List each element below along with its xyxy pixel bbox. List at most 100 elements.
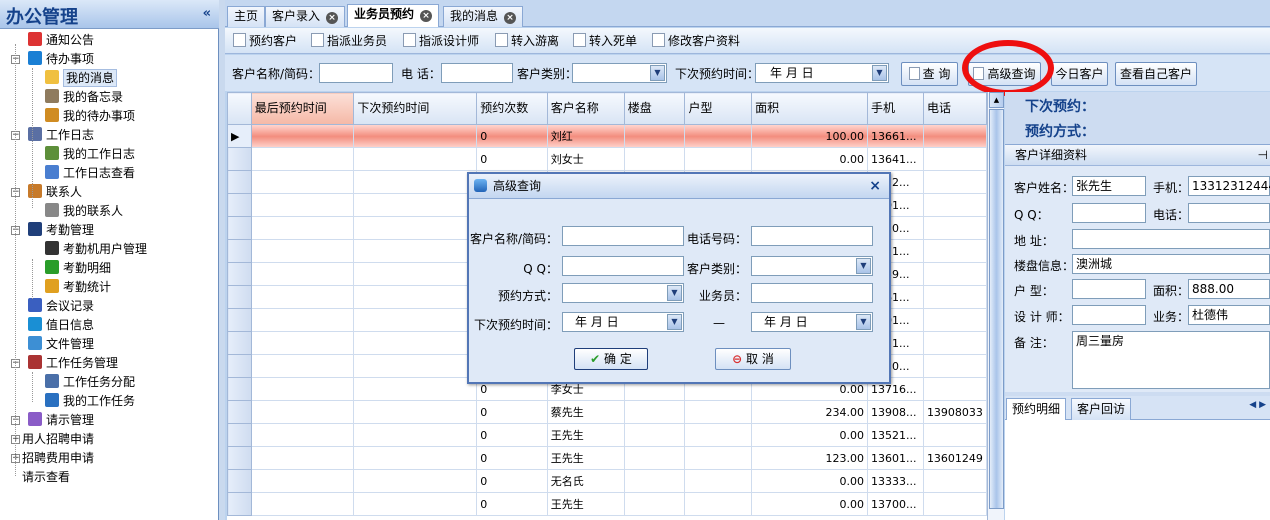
to-free-button[interactable]: 转入游离: [495, 32, 559, 50]
tab-home[interactable]: 主页: [227, 6, 266, 27]
sidebar-item[interactable]: 我的工作任务: [45, 392, 135, 411]
dlg-date-to[interactable]: 年 月 日 ▼: [751, 312, 873, 332]
sidebar-item[interactable]: 会议记录: [28, 297, 94, 316]
sidebar-item[interactable]: 通知公告: [28, 31, 94, 50]
column-header[interactable]: 客户名称: [546, 92, 625, 125]
row-selector[interactable]: [227, 262, 252, 286]
chevron-down-icon[interactable]: ▼: [856, 314, 871, 330]
scroll-up-icon[interactable]: ▲: [989, 92, 1004, 108]
sidebar-item[interactable]: 用人招聘申请: [22, 430, 94, 449]
tab-my-messages[interactable]: 我的消息 ×: [443, 6, 524, 27]
sidebar-item[interactable]: 待办事项: [28, 50, 94, 69]
tab-appointment-detail[interactable]: 预约明细: [1006, 398, 1067, 420]
sidebar-item[interactable]: 招聘费用申请: [22, 449, 94, 468]
dlg-method-select[interactable]: ▼: [562, 283, 684, 303]
dlg-category-select[interactable]: ▼: [751, 256, 873, 276]
table-row[interactable]: 0 王先生 123.00 13601... 13601249: [227, 446, 987, 470]
row-selector[interactable]: [227, 446, 252, 470]
sidebar-item[interactable]: 值日信息: [28, 316, 94, 335]
next-time-date-input[interactable]: 年 月 日 ▼: [755, 63, 889, 83]
view-own-customers-button[interactable]: 查看自己客户: [1115, 62, 1197, 86]
row-selector[interactable]: [227, 216, 252, 240]
sidebar-item[interactable]: 我的消息: [45, 69, 118, 88]
row-selector[interactable]: [227, 285, 252, 309]
chevron-down-icon[interactable]: ▼: [872, 65, 887, 81]
sidebar-item[interactable]: 请示管理: [28, 411, 94, 430]
designer-field[interactable]: [1072, 305, 1146, 325]
sidebar-item[interactable]: 考勤管理: [28, 221, 94, 240]
close-icon[interactable]: ×: [326, 12, 339, 24]
table-row[interactable]: 0 王先生 0.00 13700...: [227, 492, 987, 516]
tab-customer-revisit[interactable]: 客户回访: [1071, 398, 1132, 420]
sidebar-item[interactable]: 工作任务管理: [28, 354, 118, 373]
chevron-down-icon[interactable]: ▼: [650, 65, 665, 81]
sidebar-item[interactable]: 我的工作日志: [45, 145, 135, 164]
row-selector[interactable]: [227, 147, 252, 171]
sidebar-item[interactable]: 我的待办事项: [45, 107, 135, 126]
row-selector[interactable]: [227, 377, 252, 401]
collapse-icon[interactable]: «: [203, 6, 211, 21]
scroll-thumb[interactable]: [989, 109, 1004, 509]
row-selector[interactable]: [227, 469, 252, 493]
sidebar-item[interactable]: 工作日志查看: [45, 164, 135, 183]
row-selector[interactable]: [227, 492, 252, 516]
column-header[interactable]: 最后预约时间: [250, 92, 355, 125]
column-header[interactable]: 下次预约时间: [353, 92, 478, 125]
row-selector[interactable]: [227, 331, 252, 355]
ok-button[interactable]: ✔ 确 定: [574, 348, 648, 370]
table-row[interactable]: 0 无名氏 0.00 13333...: [227, 469, 987, 493]
dlg-qq-input[interactable]: [562, 256, 684, 276]
name-field[interactable]: 张先生: [1072, 176, 1146, 196]
column-header[interactable]: 预约次数: [476, 92, 548, 125]
area-field[interactable]: 888.00: [1188, 279, 1270, 299]
table-row[interactable]: 0 刘女士 0.00 13641...: [227, 147, 987, 171]
dlg-date-from[interactable]: 年 月 日 ▼: [562, 312, 684, 332]
estate-field[interactable]: 澳洲城: [1072, 254, 1270, 274]
pin-icon[interactable]: ⊣: [1258, 145, 1268, 165]
dlg-sales-input[interactable]: [751, 283, 873, 303]
row-selector[interactable]: [227, 193, 252, 217]
sidebar-item[interactable]: 文件管理: [28, 335, 94, 354]
column-header[interactable]: 电话: [922, 92, 987, 125]
sidebar-item[interactable]: 工作任务分配: [45, 373, 135, 392]
sidebar-item[interactable]: 联系人: [28, 183, 82, 202]
dlg-name-input[interactable]: [562, 226, 684, 246]
column-header[interactable]: 楼盘: [623, 92, 686, 125]
table-row[interactable]: 0 王先生 0.00 13521...: [227, 423, 987, 447]
sidebar-item[interactable]: 请示查看: [22, 468, 70, 487]
dlg-tel-input[interactable]: [751, 226, 873, 246]
customer-name-input[interactable]: [319, 63, 393, 83]
phone-field[interactable]: [1188, 203, 1270, 223]
grid-scrollbar[interactable]: ▲: [987, 92, 1004, 520]
close-icon[interactable]: ×: [504, 12, 517, 24]
sidebar-item[interactable]: 考勤机用户管理: [45, 240, 147, 259]
row-selector[interactable]: ▶: [227, 124, 252, 148]
sidebar-item[interactable]: 工作日志: [28, 126, 94, 145]
column-header[interactable]: 面积: [751, 92, 869, 125]
close-icon[interactable]: ×: [869, 174, 881, 198]
row-selector[interactable]: [227, 354, 252, 378]
sidebar-item[interactable]: 我的联系人: [45, 202, 123, 221]
assign-sales-button[interactable]: 指派业务员: [311, 32, 387, 50]
edit-customer-button[interactable]: 修改客户资料: [652, 32, 740, 50]
mobile-field[interactable]: 13312312444: [1188, 176, 1270, 196]
sidebar-item[interactable]: 考勤明细: [45, 259, 111, 278]
row-selector[interactable]: [227, 400, 252, 424]
category-select[interactable]: ▼: [572, 63, 667, 83]
today-customers-button[interactable]: 今日客户: [1051, 62, 1108, 86]
chevron-down-icon[interactable]: ▼: [856, 258, 871, 274]
close-icon[interactable]: ×: [420, 10, 433, 22]
chevron-down-icon[interactable]: ▼: [667, 285, 682, 301]
cancel-button[interactable]: ⊖ 取 消: [715, 348, 791, 370]
sidebar-item[interactable]: 我的备忘录: [45, 88, 123, 107]
column-header[interactable]: 手机: [867, 92, 924, 125]
row-selector[interactable]: [227, 308, 252, 332]
to-dead-button[interactable]: 转入死单: [573, 32, 637, 50]
sidebar-item[interactable]: 考勤统计: [45, 278, 111, 297]
address-field[interactable]: [1072, 229, 1270, 249]
row-selector[interactable]: [227, 239, 252, 263]
remark-field[interactable]: 周三量房: [1072, 331, 1270, 389]
house-type-field[interactable]: [1072, 279, 1146, 299]
assign-designer-button[interactable]: 指派设计师: [403, 32, 479, 50]
business-field[interactable]: 杜德伟: [1188, 305, 1270, 325]
